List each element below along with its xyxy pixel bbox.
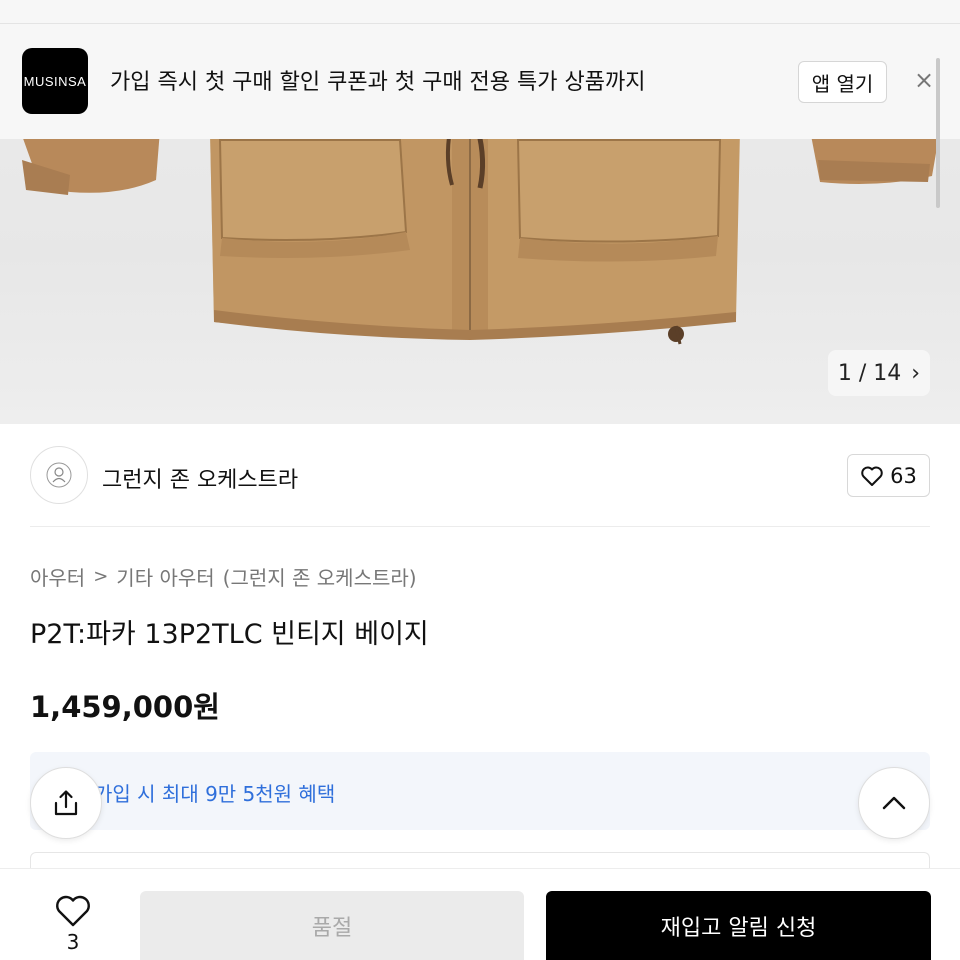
image-counter-text: 1 / 14	[837, 360, 902, 386]
breadcrumb-brand[interactable]: (그런지 존 오케스트라)	[223, 562, 417, 591]
product-price: 1,459,000원	[30, 690, 220, 724]
brand-name[interactable]: 그런지 존 오케스트라	[102, 462, 298, 494]
brand-emblem-icon	[46, 462, 72, 488]
brand-avatar[interactable]	[30, 446, 88, 504]
signup-benefit-text[interactable]: 가입 시 최대 9만 5천원 혜택	[94, 778, 335, 807]
open-app-button[interactable]: 앱 열기	[798, 61, 887, 103]
musinsa-logo: MUSINSA	[22, 48, 88, 114]
heart-icon	[56, 895, 90, 927]
logo-text: MUSINSA	[23, 73, 87, 89]
restock-alert-button[interactable]: 재입고 알림 신청	[546, 891, 931, 960]
brand-like-button[interactable]: 63	[847, 454, 930, 497]
product-title: P2T:파카 13P2TLC 빈티지 베이지	[30, 619, 429, 650]
heart-icon	[861, 466, 883, 486]
wishlist-button[interactable]: 3	[40, 894, 106, 960]
breadcrumb-subcategory[interactable]: 기타 아우터	[116, 562, 214, 591]
brand-like-count: 63	[890, 463, 917, 488]
banner-message: 가입 즉시 첫 구매 할인 쿠폰과 첫 구매 전용 특가 상품까지	[110, 70, 646, 95]
chevron-right-icon: ›	[911, 360, 921, 386]
brand-row[interactable]: 그런지 존 오케스트라 63	[30, 446, 930, 506]
app-promo-banner[interactable]: MUSINSA 가입 즉시 첫 구매 할인 쿠폰과 첫 구매 전용 특가 상품까…	[0, 24, 960, 139]
divider	[30, 526, 930, 527]
breadcrumb: 아우터 > 기타 아우터 (그런지 존 오케스트라)	[30, 562, 417, 591]
top-strip	[0, 0, 960, 24]
scroll-top-button[interactable]	[858, 767, 930, 839]
soldout-button[interactable]: 품절	[140, 891, 524, 960]
share-button[interactable]	[30, 767, 102, 839]
wishlist-count: 3	[66, 930, 80, 954]
scrollbar[interactable]	[936, 58, 940, 208]
share-icon	[54, 790, 78, 816]
image-counter[interactable]: 1 / 14 ›	[828, 350, 930, 396]
breadcrumb-category[interactable]: 아우터	[30, 562, 85, 591]
chevron-up-icon	[882, 796, 906, 810]
chevron-right-icon: >	[93, 566, 109, 587]
